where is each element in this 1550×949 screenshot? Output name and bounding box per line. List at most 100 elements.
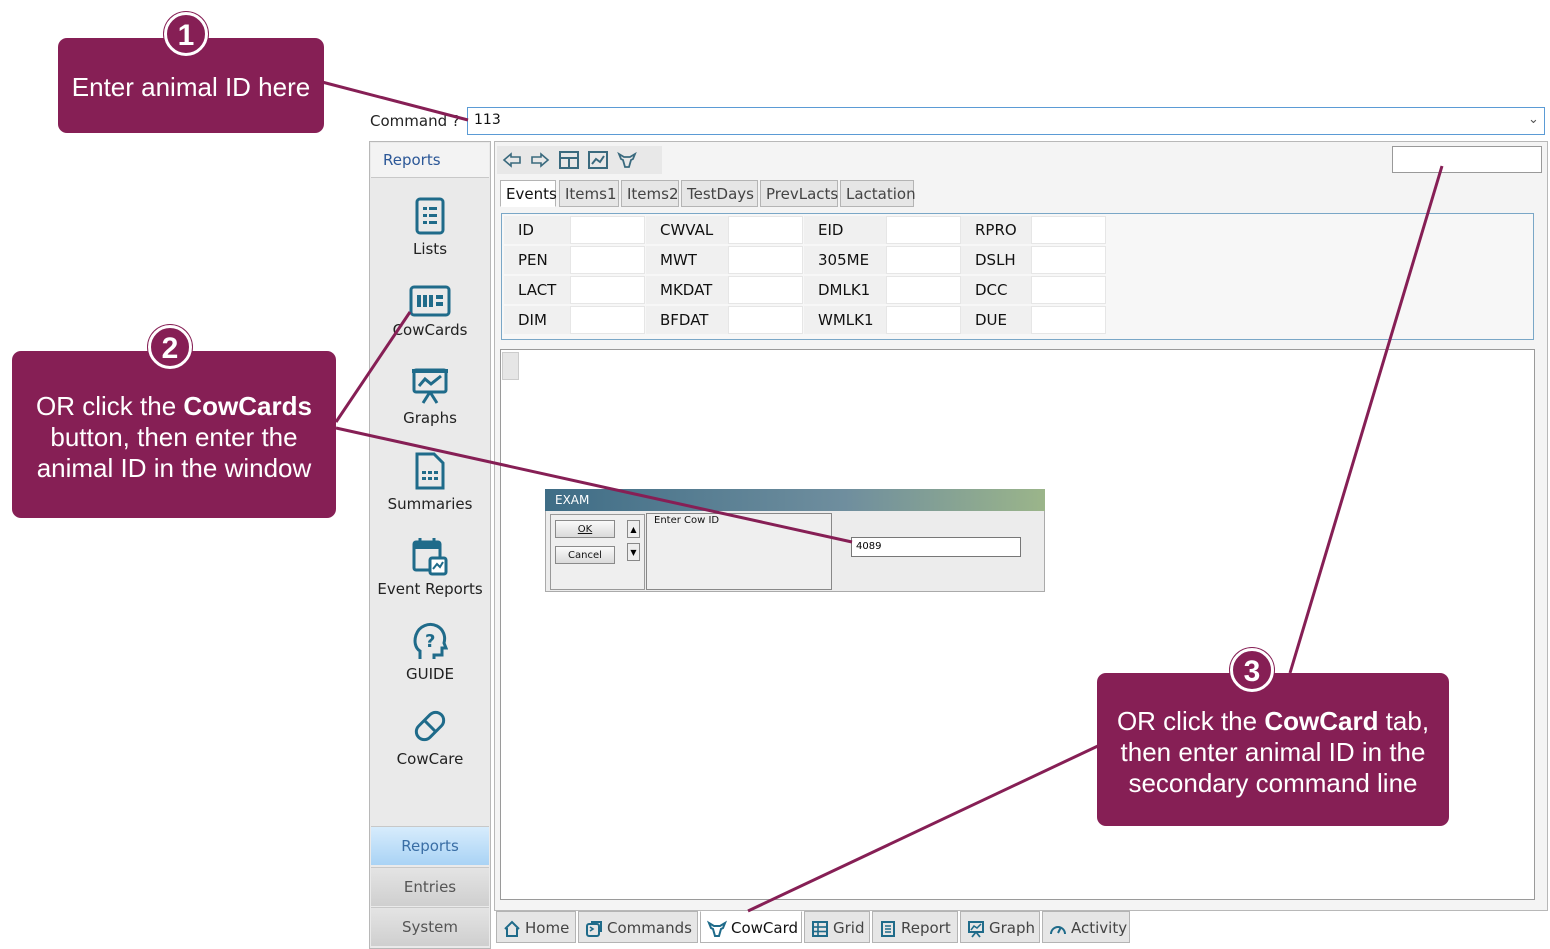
grid-value [1031,306,1106,334]
sidebar-item-cowcards[interactable]: CowCards [371,285,489,339]
grid-label: RPRO [961,216,1031,244]
callout-3-number: 3 [1230,648,1274,692]
tab-testdays[interactable]: TestDays [681,180,758,207]
grid-value [728,246,803,274]
cow-id-input[interactable]: 4089 [851,537,1021,557]
section-system-button[interactable]: System [371,907,489,946]
grid-value [1031,276,1106,304]
tab-prevlacts[interactable]: PrevLacts [760,180,838,207]
scroll-up-icon[interactable]: ▲ [627,520,640,538]
tab-graph[interactable]: Graph [960,911,1040,943]
ok-button[interactable]: OK [555,520,615,538]
grid-value [886,246,961,274]
grid-label: DSLH [961,246,1031,274]
callout-1-number: 1 [164,12,208,56]
tab-label: Grid [833,919,865,937]
sidebar-item-label: Event Reports [377,580,483,598]
grid-label: EID [804,216,886,244]
summary-document-icon [415,452,445,490]
sidebar-item-graphs[interactable]: Graphs [371,367,489,427]
sidebar-item-label: CowCards [392,321,468,339]
callout-1-text: Enter animal ID here [71,72,311,102]
forward-arrow-icon[interactable] [530,151,550,169]
section-entries-button[interactable]: Entries [371,867,489,906]
back-arrow-icon[interactable] [502,151,522,169]
calendar-chart-icon [412,538,448,576]
scroll-down-icon[interactable]: ▼ [627,543,640,561]
grid-value [886,216,961,244]
tab-label: Home [525,919,570,937]
tab-cowcard[interactable]: CowCard [700,911,802,943]
command-input[interactable]: 113 [467,107,1545,135]
report-icon [881,920,895,937]
grid-label: LACT [504,276,570,304]
grid-label: DIM [504,306,570,334]
callout-3: OR click the CowCard tab, then enter ani… [1097,673,1449,826]
grid-value [570,216,645,244]
cancel-button[interactable]: Cancel [555,546,615,564]
grid-label: DCC [961,276,1031,304]
cow-icon [706,920,728,937]
grid-label: MKDAT [646,276,728,304]
tab-label: CowCard [731,919,799,937]
tab-report[interactable]: Report [872,911,958,943]
sidebar-item-cowcare[interactable]: CowCare [371,706,489,768]
graph-icon [968,920,984,938]
callout-2-number: 2 [148,325,192,369]
graph-board-icon [412,368,448,404]
grid-value [1031,216,1106,244]
callout-2-text-post: button, then enter the animal ID in the … [36,422,312,483]
chart-view-icon[interactable] [588,151,608,169]
sidebar-item-event-reports[interactable]: Event Reports [371,536,489,598]
content-corner-handle [502,352,519,380]
grid-value [570,306,645,334]
grid-view-icon[interactable] [559,151,579,169]
grid-label: CWVAL [646,216,728,244]
tab-commands[interactable]: Commands [578,911,698,943]
section-reports-button[interactable]: Reports [371,826,489,865]
callout-2-text-bold: CowCards [183,391,312,421]
grid-label: WMLK1 [804,306,886,334]
commands-icon [586,920,602,937]
cow-icon[interactable] [617,151,637,169]
grid-label: PEN [504,246,570,274]
callout-2: OR click the CowCards button, then enter… [12,351,336,518]
tab-grid[interactable]: Grid [804,911,870,943]
command-label: Command ? [370,112,460,130]
gauge-icon [1050,925,1066,934]
tab-label: Activity [1071,919,1128,937]
grid-label: DUE [961,306,1031,334]
list-icon [415,197,445,235]
sidebar-item-label: Summaries [387,495,473,513]
secondary-command-input[interactable] [1392,146,1542,173]
sidebar-item-summaries[interactable]: Summaries [371,451,489,513]
tab-activity[interactable]: Activity [1042,911,1130,943]
tab-label: Report [901,919,951,937]
sidebar-item-label: GUIDE [405,665,455,683]
chevron-down-icon[interactable]: ⌄ [1528,112,1539,127]
tab-items1[interactable]: Items1 [559,180,619,207]
grid-value [570,276,645,304]
tab-events[interactable]: Events [500,180,557,207]
exam-dialog-title: EXAM [545,489,1045,511]
sidebar-item-guide[interactable]: ? GUIDE [371,621,489,683]
exam-prompt: Enter Cow ID [654,515,720,526]
help-head-icon: ? [413,622,448,659]
grid-label: ID [504,216,570,244]
sidebar-item-lists[interactable]: Lists [371,196,489,258]
tab-lactation[interactable]: Lactation [840,180,916,207]
svg-text:?: ? [425,631,435,652]
grid-value [886,306,961,334]
home-icon [504,920,520,937]
grid-value [1031,246,1106,274]
sidebar-item-label: Graphs [403,409,457,427]
grid-label: 305ME [804,246,886,274]
tab-items2[interactable]: Items2 [621,180,679,207]
cowcards-icon [409,285,451,317]
tab-home[interactable]: Home [496,911,576,943]
grid-value [728,306,803,334]
grid-value [728,276,803,304]
tab-label: Graph [989,919,1036,937]
grid-value [570,246,645,274]
sidebar-header-label: Reports [383,151,441,169]
